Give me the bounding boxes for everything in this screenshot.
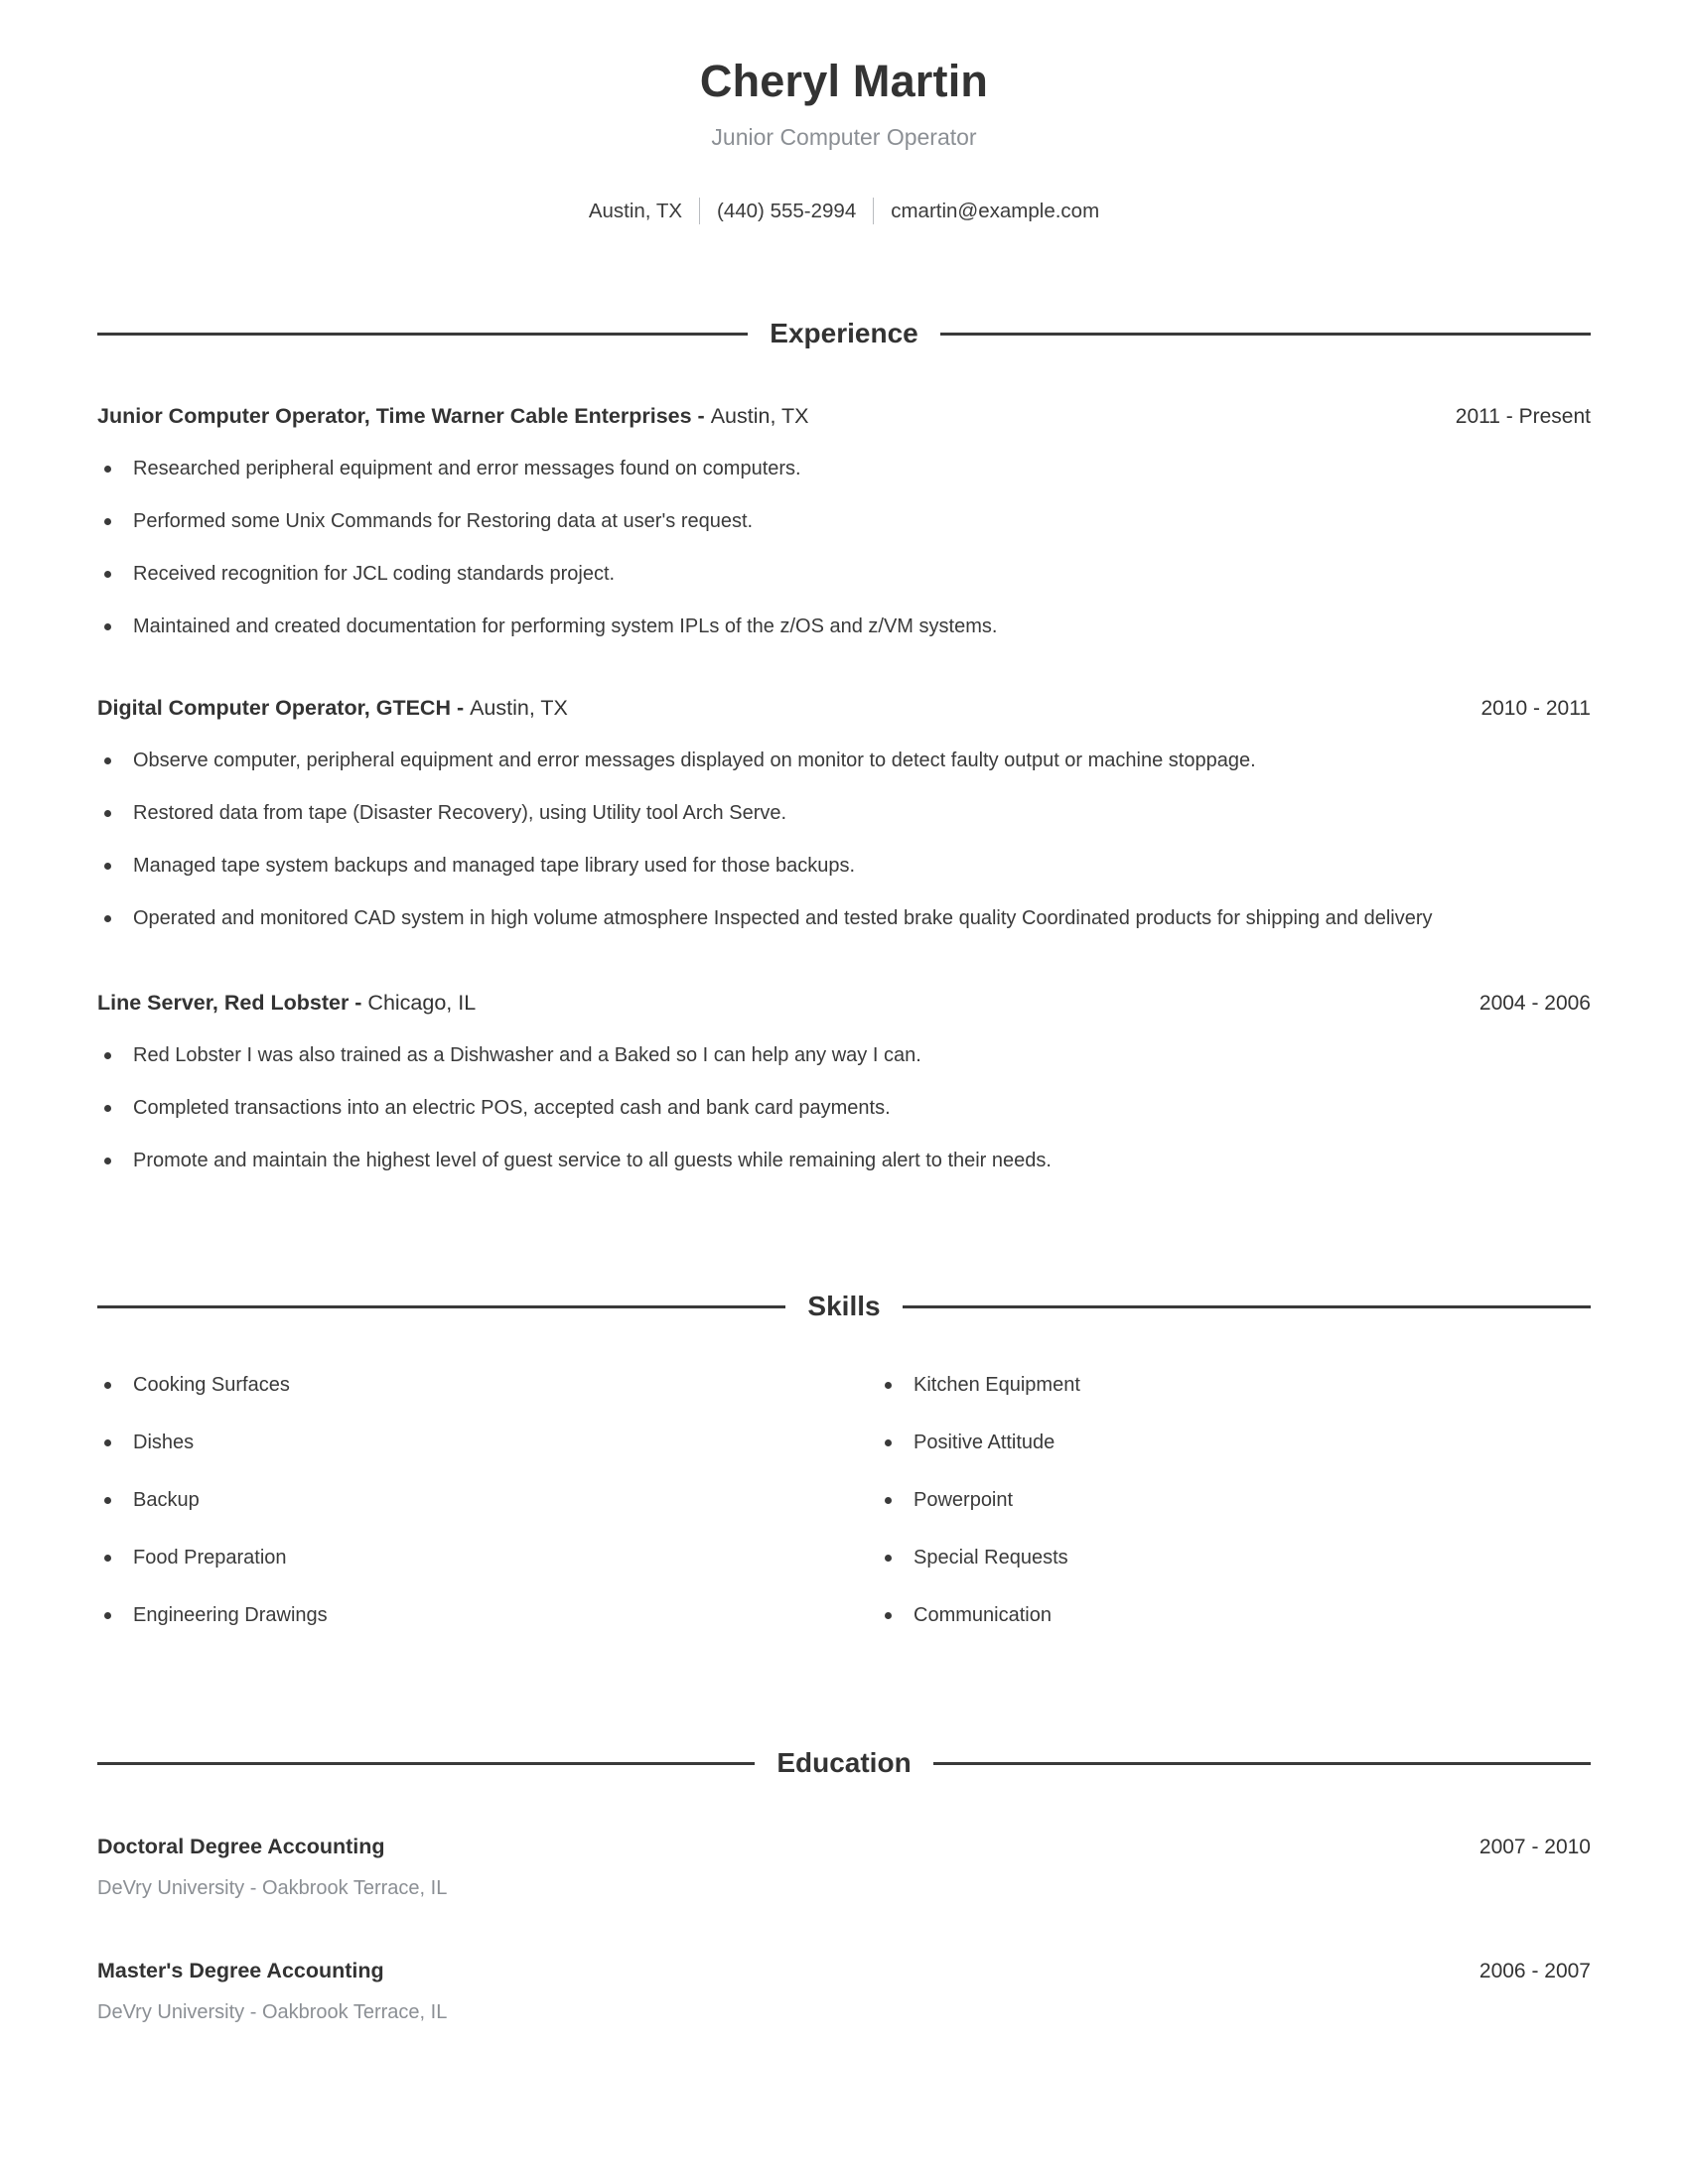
experience-entry-title: Digital Computer Operator, GTECH - Austi… xyxy=(97,695,568,723)
experience-section: Experience Junior Computer Operator, Tim… xyxy=(97,318,1592,1175)
education-entry-header: Doctoral Degree Accounting 2007 - 2010 xyxy=(97,1834,1591,1861)
skills-list: Kitchen Equipment Positive Attitude Powe… xyxy=(878,1371,1591,1630)
experience-bullet-list: Observe computer, peripheral equipment a… xyxy=(97,747,1591,933)
experience-entry-header: Line Server, Red Lobster - Chicago, IL 2… xyxy=(97,990,1591,1018)
experience-entry-date: 2011 - Present xyxy=(1455,405,1591,429)
section-title-skills: Skills xyxy=(807,1291,881,1322)
experience-entry-header: Digital Computer Operator, GTECH - Austi… xyxy=(97,695,1591,723)
list-item: Red Lobster I was also trained as a Dish… xyxy=(97,1041,1591,1070)
education-entry: Master's Degree Accounting 2006 - 2007 D… xyxy=(97,1958,1591,2025)
skills-section: Skills Cooking Surfaces Dishes Backup Fo… xyxy=(97,1291,1592,1630)
experience-entry: Junior Computer Operator, Time Warner Ca… xyxy=(97,403,1591,641)
list-item: Communication xyxy=(878,1601,1591,1630)
page-title: Cheryl Martin xyxy=(699,56,989,106)
experience-role-company: Digital Computer Operator, GTECH - xyxy=(97,696,471,721)
experience-role-company: Line Server, Red Lobster - xyxy=(97,991,368,1016)
experience-bullet-list: Researched peripheral equipment and erro… xyxy=(97,455,1591,641)
resume-page: Cheryl Martin Junior Computer Operator A… xyxy=(0,0,1688,2184)
list-item: Observe computer, peripheral equipment a… xyxy=(97,747,1591,775)
experience-entry: Line Server, Red Lobster - Chicago, IL 2… xyxy=(97,990,1591,1175)
list-item: Dishes xyxy=(97,1429,844,1457)
list-item: Completed transactions into an electric … xyxy=(97,1094,1591,1123)
list-item: Positive Attitude xyxy=(878,1429,1591,1457)
list-item: Backup xyxy=(97,1486,844,1515)
section-rule-right xyxy=(932,1761,1591,1765)
list-item: Restored data from tape (Disaster Recove… xyxy=(97,799,1591,828)
experience-location: Austin, TX xyxy=(710,404,809,429)
education-section-heading: Education xyxy=(97,1749,1591,1777)
headline-job-title: Junior Computer Operator xyxy=(711,123,977,150)
list-item: Engineering Drawings xyxy=(97,1601,844,1630)
experience-entry-date: 2010 - 2011 xyxy=(1480,697,1591,721)
list-item: Special Requests xyxy=(878,1544,1591,1572)
contact-location: Austin, TX xyxy=(588,199,683,222)
section-rule-right xyxy=(902,1304,1592,1308)
experience-entry-title: Junior Computer Operator, Time Warner Ca… xyxy=(97,403,808,431)
experience-entry: Digital Computer Operator, GTECH - Austi… xyxy=(97,695,1591,933)
education-school: DeVry University - Oakbrook Terrace, IL xyxy=(97,1877,448,1900)
list-item: Food Preparation xyxy=(97,1544,844,1572)
section-rule-left xyxy=(97,1304,786,1308)
experience-location: Chicago, IL xyxy=(367,991,477,1016)
list-item: Managed tape system backups and managed … xyxy=(97,852,1591,881)
skills-grid: Cooking Surfaces Dishes Backup Food Prep… xyxy=(97,1342,1591,1630)
section-rule-left xyxy=(97,332,749,336)
list-item: Powerpoint xyxy=(878,1486,1591,1515)
section-title-education: Education xyxy=(776,1747,912,1779)
education-section: Education Doctoral Degree Accounting 200… xyxy=(97,1749,1591,2025)
contact-email: cmartin@example.com xyxy=(891,199,1100,222)
skills-section-heading: Skills xyxy=(97,1291,1592,1322)
section-title-experience: Experience xyxy=(770,318,918,349)
list-item: Researched peripheral equipment and erro… xyxy=(97,455,1591,483)
list-item: Promote and maintain the highest level o… xyxy=(97,1147,1591,1175)
experience-location: Austin, TX xyxy=(470,696,568,721)
contact-phone: (440) 555-2994 xyxy=(717,199,857,222)
education-entry-date: 2006 - 2007 xyxy=(1478,1960,1591,1983)
education-degree: Doctoral Degree Accounting xyxy=(97,1835,385,1859)
experience-role-company: Junior Computer Operator, Time Warner Ca… xyxy=(97,404,711,429)
list-item: Operated and monitored CAD system in hig… xyxy=(97,904,1578,933)
experience-entry-date: 2004 - 2006 xyxy=(1478,992,1591,1016)
education-degree: Master's Degree Accounting xyxy=(97,1959,384,1983)
section-rule-left xyxy=(97,1761,756,1765)
experience-entry-title: Line Server, Red Lobster - Chicago, IL xyxy=(97,990,476,1018)
section-rule-right xyxy=(939,332,1592,336)
skills-list: Cooking Surfaces Dishes Backup Food Prep… xyxy=(97,1371,844,1630)
skills-column-right: Kitchen Equipment Positive Attitude Powe… xyxy=(844,1342,1591,1630)
list-item: Performed some Unix Commands for Restori… xyxy=(97,507,1591,536)
experience-bullet-list: Red Lobster I was also trained as a Dish… xyxy=(97,1041,1591,1175)
education-entry-header: Master's Degree Accounting 2006 - 2007 xyxy=(97,1958,1591,1985)
experience-entry-header: Junior Computer Operator, Time Warner Ca… xyxy=(97,403,1591,431)
list-item: Cooking Surfaces xyxy=(97,1371,844,1400)
education-entry: Doctoral Degree Accounting 2007 - 2010 D… xyxy=(97,1834,1591,1901)
list-item: Maintained and created documentation for… xyxy=(97,613,1591,641)
resume-header: Cheryl Martin Junior Computer Operator A… xyxy=(97,0,1591,225)
skills-column-left: Cooking Surfaces Dishes Backup Food Prep… xyxy=(97,1342,844,1630)
education-entry-date: 2007 - 2010 xyxy=(1478,1836,1591,1859)
contact-bar: Austin, TX (440) 555-2994 cmartin@exampl… xyxy=(97,198,1591,225)
experience-section-heading: Experience xyxy=(97,318,1592,349)
list-item: Received recognition for JCL coding stan… xyxy=(97,560,1591,589)
education-school: DeVry University - Oakbrook Terrace, IL xyxy=(97,2001,448,2024)
list-item: Kitchen Equipment xyxy=(878,1371,1591,1400)
